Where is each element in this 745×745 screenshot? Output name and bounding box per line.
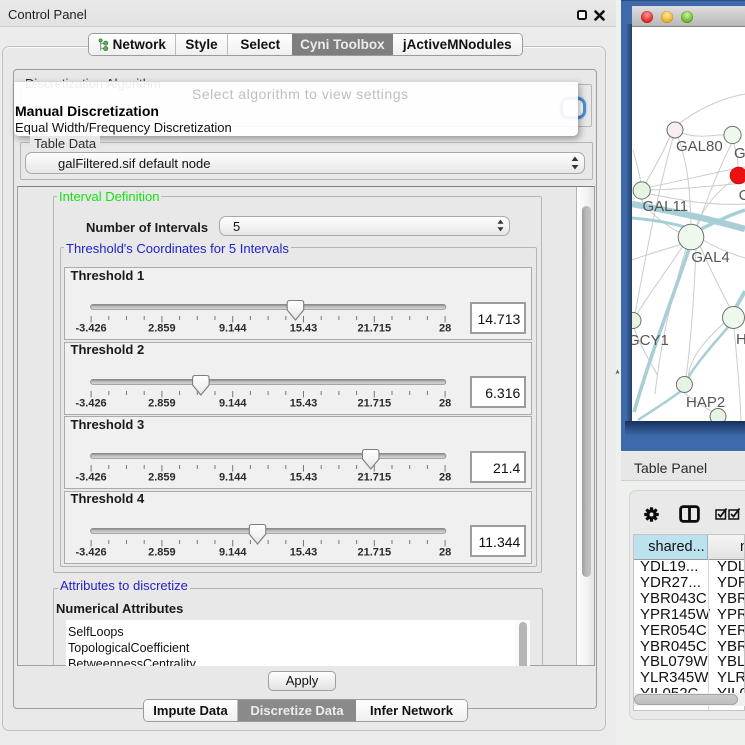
svg-text:-3.426: -3.426 — [75, 546, 106, 558]
svg-text:GCY1: GCY1 — [632, 332, 669, 349]
svg-text:2.859: 2.859 — [148, 322, 176, 334]
svg-text:15.43: 15.43 — [289, 397, 317, 409]
svg-text:2.859: 2.859 — [148, 546, 176, 558]
svg-text:28: 28 — [438, 472, 450, 484]
svg-text:28: 28 — [438, 322, 450, 334]
svg-text:21.715: 21.715 — [357, 472, 391, 484]
svg-text:H: H — [736, 331, 745, 348]
svg-text:28: 28 — [438, 397, 450, 409]
svg-text:-3.426: -3.426 — [75, 472, 106, 484]
svg-text:HAP2: HAP2 — [686, 394, 725, 411]
svg-text:GA: GA — [734, 145, 745, 162]
svg-text:C: C — [739, 187, 745, 204]
svg-text:9.144: 9.144 — [218, 546, 246, 558]
svg-text:21.715: 21.715 — [357, 397, 391, 409]
svg-text:2.859: 2.859 — [148, 472, 176, 484]
svg-text:15.43: 15.43 — [289, 546, 317, 558]
svg-text:9.144: 9.144 — [218, 322, 246, 334]
svg-text:9.144: 9.144 — [218, 472, 246, 484]
svg-text:-3.426: -3.426 — [75, 322, 106, 334]
svg-text:28: 28 — [438, 546, 450, 558]
svg-text:21.715: 21.715 — [357, 546, 391, 558]
svg-text:15.43: 15.43 — [289, 322, 317, 334]
svg-text:21.715: 21.715 — [357, 322, 391, 334]
svg-text:GAL4: GAL4 — [691, 249, 729, 266]
svg-text:15.43: 15.43 — [289, 472, 317, 484]
svg-text:9.144: 9.144 — [218, 397, 246, 409]
svg-text:-3.426: -3.426 — [75, 397, 106, 409]
svg-text:GAL80: GAL80 — [676, 138, 723, 155]
svg-text:2.859: 2.859 — [148, 397, 176, 409]
svg-text:GAL11: GAL11 — [643, 198, 689, 215]
